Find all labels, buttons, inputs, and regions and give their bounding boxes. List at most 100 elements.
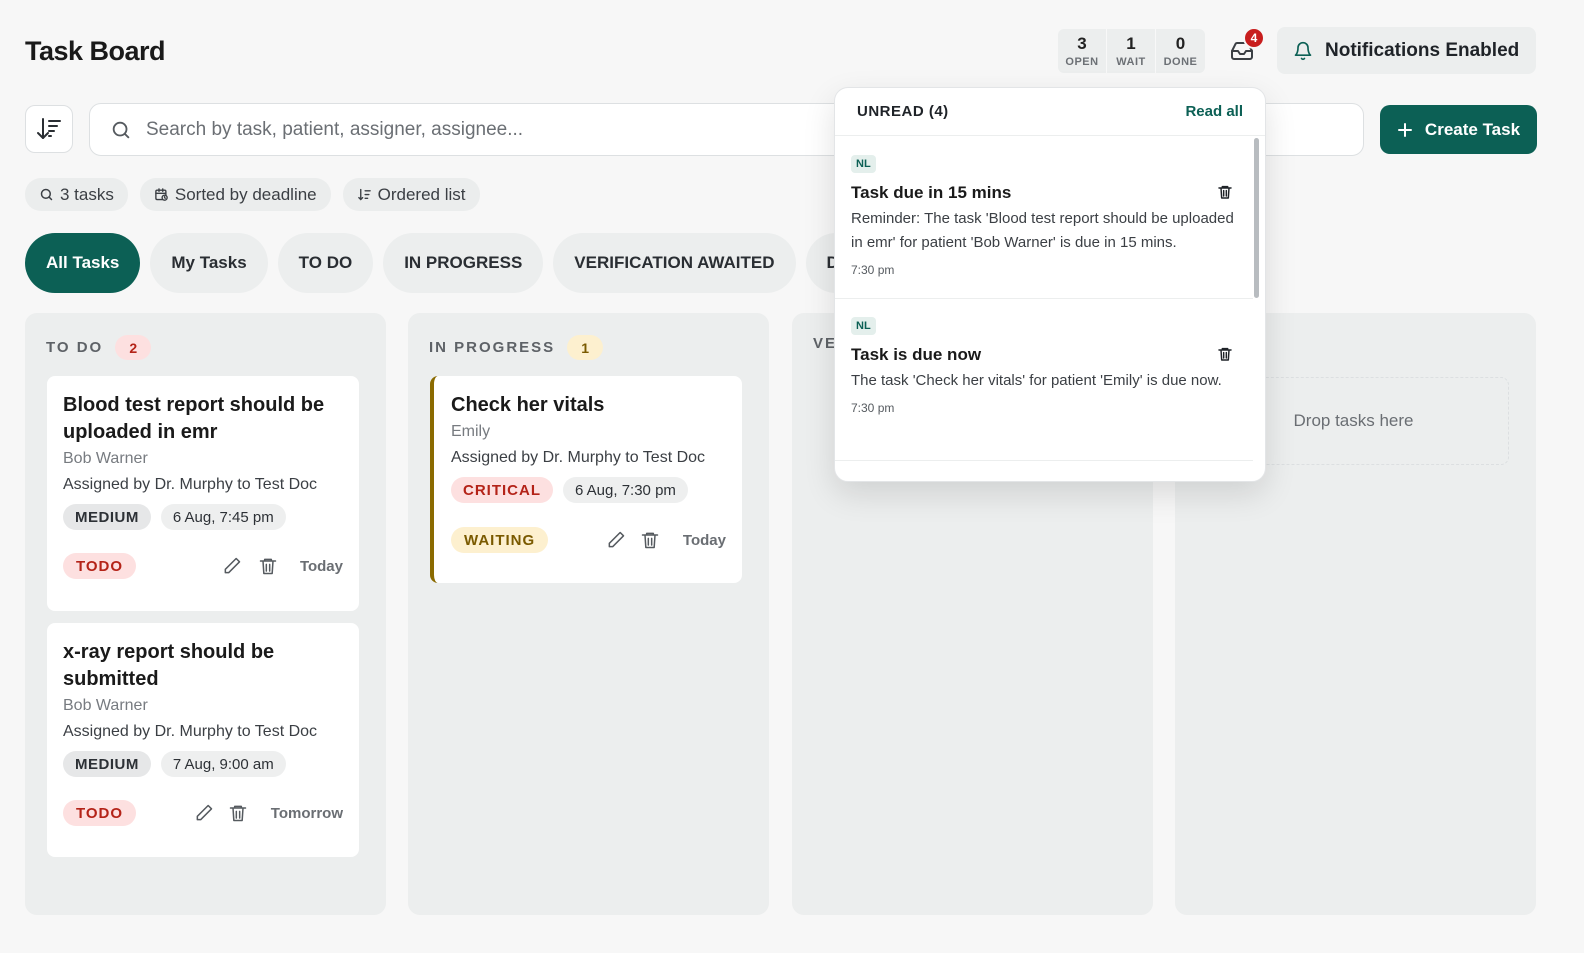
tab-all-tasks[interactable]: All Tasks bbox=[25, 233, 141, 293]
patient-name: Bob Warner bbox=[63, 450, 148, 467]
stat-value: 3 bbox=[1077, 34, 1087, 53]
notifications-dropdown: UNREAD (4) Read all NL Task due in 15 mi… bbox=[834, 87, 1266, 482]
notification-item[interactable]: NL Task due in 15 mins Reminder: The tas… bbox=[835, 137, 1253, 299]
assignment-text: Assigned by Dr. Murphy to Test Doc bbox=[63, 476, 318, 493]
task-count-chip: 3 tasks bbox=[25, 178, 128, 211]
stat-done: 0 DONE bbox=[1156, 29, 1205, 73]
notification-scrollbar[interactable] bbox=[1254, 138, 1259, 298]
due-relative-label: Today bbox=[682, 531, 726, 549]
task-card[interactable]: Check her vitals Emily Assigned by Dr. M… bbox=[430, 376, 742, 583]
delete-button[interactable] bbox=[640, 527, 661, 553]
sort-descending-icon bbox=[37, 118, 61, 139]
chip-label: Sorted by deadline bbox=[174, 184, 317, 204]
column-title: TO DO bbox=[46, 339, 104, 356]
tab-verification-awaited[interactable]: VERIFICATION AWAITED bbox=[553, 233, 796, 293]
priority-badge: MEDIUM bbox=[63, 751, 151, 777]
status-badge[interactable]: TODO bbox=[63, 800, 137, 826]
status-badge[interactable]: WAITING bbox=[451, 527, 549, 553]
trash-icon bbox=[229, 805, 247, 822]
calendar-clock-icon bbox=[155, 188, 168, 201]
column-header: TO DO 2 bbox=[46, 335, 152, 360]
edit-button[interactable] bbox=[220, 553, 243, 579]
delete-notification-button[interactable] bbox=[1217, 346, 1233, 367]
task-title: x-ray report should be submitted bbox=[63, 641, 275, 690]
task-title: Check her vitals bbox=[451, 394, 605, 416]
unread-title: UNREAD (4) bbox=[857, 103, 949, 120]
priority-badge: CRITICAL bbox=[451, 477, 553, 503]
column-title: IN PROGRESS bbox=[429, 339, 556, 356]
due-relative-label: Today bbox=[299, 557, 343, 575]
edit-button[interactable] bbox=[605, 527, 626, 553]
tab-to-do[interactable]: TO DO bbox=[277, 233, 374, 293]
column-header: IN PROGRESS 1 bbox=[429, 335, 604, 360]
delete-notification-button[interactable] bbox=[1217, 184, 1233, 205]
dropdown-header: UNREAD (4) Read all bbox=[835, 88, 1265, 136]
stat-label: WAIT bbox=[1116, 56, 1146, 68]
notification-body: Reminder: The task 'Blood test report sh… bbox=[851, 210, 1234, 251]
create-task-button[interactable]: Create Task bbox=[1380, 105, 1537, 154]
pencil-icon bbox=[608, 531, 625, 548]
source-tag: NL bbox=[851, 155, 876, 173]
tab-in-progress[interactable]: IN PROGRESS bbox=[383, 233, 544, 293]
column-in-progress: IN PROGRESS 1 Check her vitals Emily Ass… bbox=[408, 313, 769, 915]
notification-body: The task 'Check her vitals' for patient … bbox=[851, 372, 1222, 389]
chip-label: 3 tasks bbox=[60, 184, 114, 204]
trash-icon bbox=[259, 558, 277, 575]
trash-icon bbox=[1218, 185, 1232, 199]
read-all-button[interactable]: Read all bbox=[1185, 103, 1243, 120]
deadline-badge: 6 Aug, 7:45 pm bbox=[160, 504, 286, 530]
plus-icon bbox=[1397, 122, 1412, 137]
stat-label: OPEN bbox=[1065, 56, 1099, 68]
notification-time: 7:30 pm bbox=[851, 263, 895, 277]
search-icon bbox=[112, 121, 130, 138]
page-title: Task Board bbox=[25, 36, 166, 66]
stat-label: DONE bbox=[1163, 56, 1198, 68]
task-title: Blood test report should be uploaded in … bbox=[63, 394, 325, 443]
status-badge[interactable]: TODO bbox=[63, 553, 137, 579]
trash-icon bbox=[1218, 347, 1232, 361]
column-count-badge: 2 bbox=[115, 335, 152, 360]
deadline-badge: 7 Aug, 9:00 am bbox=[160, 751, 286, 777]
stat-value: 0 bbox=[1175, 34, 1186, 53]
task-stats: 3 OPEN 1 WAIT 0 DONE bbox=[1058, 29, 1205, 73]
stat-wait: 1 WAIT bbox=[1107, 29, 1156, 73]
assignment-text: Assigned by Dr. Murphy to Test Doc bbox=[451, 449, 706, 466]
notification-title: Task due in 15 mins bbox=[851, 183, 1012, 202]
sort-button[interactable] bbox=[25, 105, 73, 153]
summary-chips: 3 tasks Sorted by deadline Ordered list bbox=[25, 178, 480, 211]
unread-count-badge: 4 bbox=[1243, 27, 1265, 49]
sort-mode-chip: Sorted by deadline bbox=[139, 178, 331, 211]
tab-done[interactable]: DONE bbox=[805, 233, 835, 293]
stat-open: 3 OPEN bbox=[1058, 29, 1107, 73]
edit-button[interactable] bbox=[193, 800, 214, 826]
priority-badge: MEDIUM bbox=[63, 504, 151, 530]
search-input[interactable] bbox=[146, 118, 846, 141]
bell-icon bbox=[1294, 41, 1312, 60]
notification-list: NL Task due in 15 mins Reminder: The tas… bbox=[835, 137, 1253, 481]
notification-item[interactable]: NL Task is due now The task 'Check her v… bbox=[835, 299, 1253, 461]
tab-my-tasks[interactable]: My Tasks bbox=[150, 233, 268, 293]
column-count-badge: 1 bbox=[567, 335, 604, 360]
deadline-badge: 6 Aug, 7:30 pm bbox=[563, 477, 688, 503]
create-task-label: Create Task bbox=[1424, 119, 1521, 139]
trash-icon bbox=[641, 532, 659, 549]
task-card[interactable]: Blood test report should be uploaded in … bbox=[47, 376, 359, 611]
chip-label: Ordered list bbox=[377, 184, 466, 204]
stat-value: 1 bbox=[1126, 34, 1136, 53]
patient-name: Bob Warner bbox=[63, 697, 148, 714]
sort-list-icon bbox=[357, 188, 371, 201]
assignment-text: Assigned by Dr. Murphy to Test Doc bbox=[63, 723, 318, 740]
source-tag: NL bbox=[851, 317, 876, 335]
pencil-icon bbox=[224, 557, 241, 574]
task-card[interactable]: x-ray report should be submitted Bob War… bbox=[47, 623, 359, 857]
delete-button[interactable] bbox=[257, 553, 280, 579]
filter-tabs: All Tasks My Tasks TO DO IN PROGRESS VER… bbox=[25, 233, 835, 293]
order-chip: Ordered list bbox=[342, 178, 480, 211]
patient-name: Emily bbox=[451, 423, 491, 440]
column-to-do: TO DO 2 Blood test report should be uplo… bbox=[25, 313, 386, 915]
notifications-label: Notifications Enabled bbox=[1325, 39, 1520, 61]
delete-button[interactable] bbox=[227, 800, 248, 826]
search-icon bbox=[40, 188, 53, 201]
notification-time: 7:30 pm bbox=[851, 401, 895, 415]
notifications-toggle[interactable]: Notifications Enabled bbox=[1277, 27, 1536, 74]
